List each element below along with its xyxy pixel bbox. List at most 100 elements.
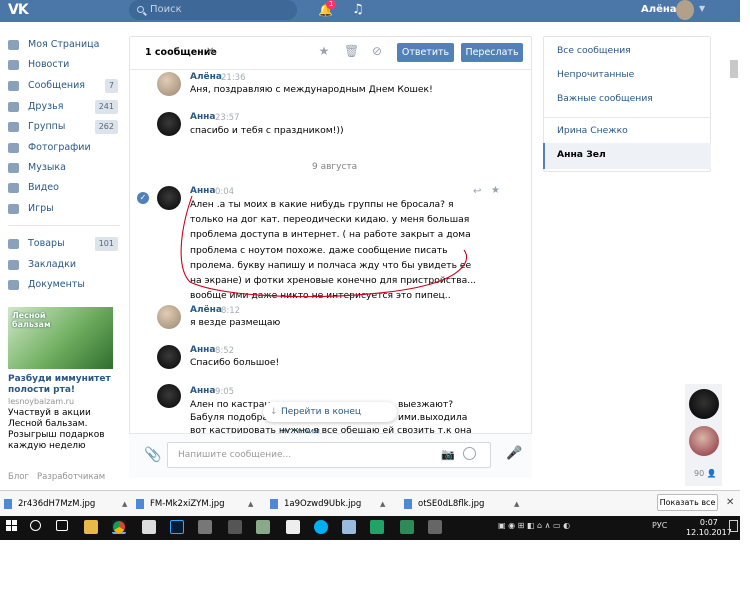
friends-icon	[8, 102, 19, 112]
smile-icon[interactable]	[463, 447, 476, 460]
message-text: вот кастрировать нужно я все обещаю ей с…	[190, 425, 472, 433]
nav-item-documents[interactable]: Документы	[8, 275, 120, 295]
clock-date: 12.10.2017	[686, 528, 732, 537]
app-icon[interactable]	[428, 520, 442, 534]
search-icon[interactable]	[30, 520, 41, 531]
nav-item-video[interactable]: Видео	[8, 178, 120, 198]
nav-label: Группы	[28, 121, 66, 132]
ad-url[interactable]: lesnoybalzam.ru	[8, 397, 74, 406]
scrollbar[interactable]	[730, 60, 738, 78]
user-avatar[interactable]	[676, 0, 694, 20]
camera-icon[interactable]: 📷	[441, 448, 455, 461]
footer-links: Блог Разработчикам	[8, 472, 105, 482]
nav-item-friends[interactable]: Друзья 241	[8, 97, 120, 117]
app-icon[interactable]	[342, 520, 356, 534]
calculator-icon[interactable]	[142, 520, 156, 534]
chevron-up-icon[interactable]: ▲	[122, 500, 127, 508]
tray-icons[interactable]: ▣ ◉ ⊞ ◧ ⌂ ∧ ▭ ◐	[498, 521, 570, 530]
filter-all-messages[interactable]: Все сообщения	[557, 45, 631, 56]
clock[interactable]: 0:07 12.10.2017	[686, 518, 732, 538]
footer-link-developers[interactable]: Разработчикам	[37, 472, 105, 482]
nav-item-bookmarks[interactable]: Закладки	[8, 255, 120, 275]
nav-label: Сообщения	[28, 80, 86, 91]
online-count[interactable]: 90 👤	[694, 469, 717, 478]
nav-item-photos[interactable]: Фотографии	[8, 138, 120, 158]
chevron-up-icon[interactable]: ▲	[248, 500, 253, 508]
show-all-button[interactable]: Показать все	[657, 494, 718, 511]
news-icon	[8, 60, 19, 70]
reply-icon[interactable]: ↩	[473, 186, 481, 197]
ad-title[interactable]: Разбуди иммунитет полости рта!	[8, 374, 118, 396]
ad-text: Участвуй в акции Лесной бальзам. Розыгры…	[8, 408, 105, 451]
download-item[interactable]: 1a9Ozwd9Ubk.jpg ▲	[270, 499, 385, 509]
star-icon[interactable]: ★	[491, 185, 500, 196]
download-filename: 2r436dH7MzM.jpg	[18, 499, 96, 509]
chat-avatar[interactable]	[689, 426, 719, 456]
windows-start-icon[interactable]	[6, 520, 18, 532]
reply-button[interactable]: Ответить	[397, 43, 454, 62]
download-item[interactable]: 2r436dH7MzM.jpg ▲	[4, 499, 127, 509]
avatar[interactable]	[157, 305, 181, 329]
app-icon[interactable]	[198, 520, 212, 534]
task-view-icon[interactable]	[56, 520, 68, 531]
download-item[interactable]: otSE0dL8flk.jpg ▲	[404, 499, 519, 509]
star-icon[interactable]: ★	[317, 44, 331, 58]
nav-item-groups[interactable]: Группы 262	[8, 117, 120, 137]
person-icon: 👤	[706, 469, 717, 478]
trash-icon[interactable]: 🗑	[344, 44, 359, 58]
microphone-icon[interactable]: 🎤	[506, 446, 522, 461]
avatar[interactable]	[157, 112, 181, 136]
forward-button[interactable]: Переслать	[461, 43, 523, 62]
nav-item-my-page[interactable]: Моя Страница	[8, 35, 120, 55]
check-icon[interactable]: ✓	[137, 192, 149, 204]
message-author[interactable]: Анна	[190, 112, 215, 122]
language-indicator[interactable]: РУС	[652, 521, 667, 530]
chevron-up-icon[interactable]: ▲	[514, 500, 519, 508]
chrome-icon[interactable]	[112, 520, 126, 534]
nav-label: Друзья	[28, 101, 64, 112]
excel-icon[interactable]	[370, 520, 384, 534]
nav-item-messages[interactable]: Сообщения 7	[8, 76, 120, 96]
user-name[interactable]: Алёна	[641, 4, 677, 15]
music-note-icon[interactable]: ♫	[352, 2, 364, 17]
filter-unread[interactable]: Непрочитанные	[557, 69, 634, 80]
vk-logo[interactable]: VK	[8, 2, 32, 19]
app-icon[interactable]	[256, 520, 270, 534]
file-explorer-icon[interactable]	[84, 520, 98, 534]
home-icon	[8, 40, 19, 50]
nav-count: 7	[104, 79, 118, 93]
message-author[interactable]: Алёна	[190, 72, 222, 82]
nav-item-goods[interactable]: Товары 101	[8, 234, 120, 254]
skype-icon[interactable]	[314, 520, 328, 534]
filter-important[interactable]: Важные сообщения	[557, 93, 653, 104]
photoshop-icon[interactable]	[170, 520, 184, 534]
app-icon[interactable]	[400, 520, 414, 534]
dialog-irina[interactable]: Ирина Снежко	[557, 125, 628, 136]
shopping-bag-icon	[8, 239, 19, 249]
nav-item-games[interactable]: Игры	[8, 199, 120, 219]
download-item[interactable]: FM-Mk2xiZYM.jpg ▲	[136, 499, 253, 509]
search-input[interactable]: Поиск	[129, 0, 297, 20]
nav-item-news[interactable]: Новости	[8, 55, 120, 75]
avatar[interactable]	[157, 345, 181, 369]
close-icon[interactable]: ✕	[726, 497, 734, 508]
nav-item-music[interactable]: Музыка	[8, 158, 120, 178]
avatar[interactable]	[157, 384, 181, 408]
chevron-down-icon[interactable]: ▼	[699, 4, 705, 13]
mail-icon[interactable]	[286, 520, 300, 534]
close-icon[interactable]: ✕	[206, 46, 214, 57]
avatar[interactable]	[157, 72, 181, 96]
ban-icon[interactable]: ⊘	[370, 44, 384, 58]
go-to-end-button[interactable]: ↓ Перейти в конец истории	[263, 402, 397, 437]
chevron-up-icon[interactable]: ▲	[380, 500, 385, 508]
chat-avatar[interactable]	[689, 389, 719, 419]
app-icon[interactable]	[228, 520, 242, 534]
nav-label: Документы	[28, 279, 85, 290]
paperclip-icon[interactable]: 📎	[144, 447, 161, 463]
footer-link-blog[interactable]: Блог	[8, 472, 29, 482]
search-icon	[137, 6, 144, 13]
message-author[interactable]: Анна	[190, 386, 215, 396]
message-author[interactable]: Алёна	[190, 305, 222, 315]
message-author[interactable]: Анна	[190, 345, 215, 355]
notifications-icon[interactable]	[729, 520, 738, 532]
